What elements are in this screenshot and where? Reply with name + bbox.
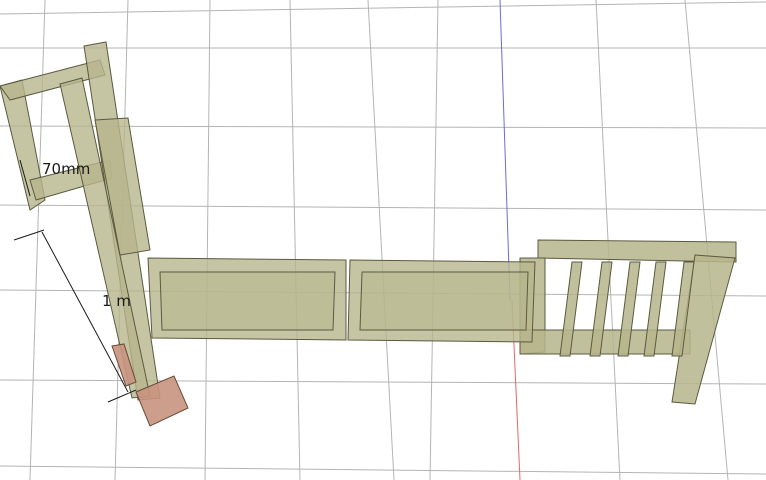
- middle-beam-right[interactable]: [347, 259, 536, 343]
- left-post-assembly[interactable]: [0, 41, 161, 401]
- middle-beam-left[interactable]: [147, 257, 347, 341]
- dimension-label-70mm: 70mm: [42, 160, 90, 178]
- y-axis-line: [499, 0, 511, 301]
- right-frame-panel[interactable]: [519, 239, 737, 405]
- 3d-viewport[interactable]: 70mm 1 m: [0, 0, 766, 480]
- scene-canvas[interactable]: 70mm 1 m: [0, 0, 766, 480]
- dimension-label-1m: 1 m: [102, 292, 131, 310]
